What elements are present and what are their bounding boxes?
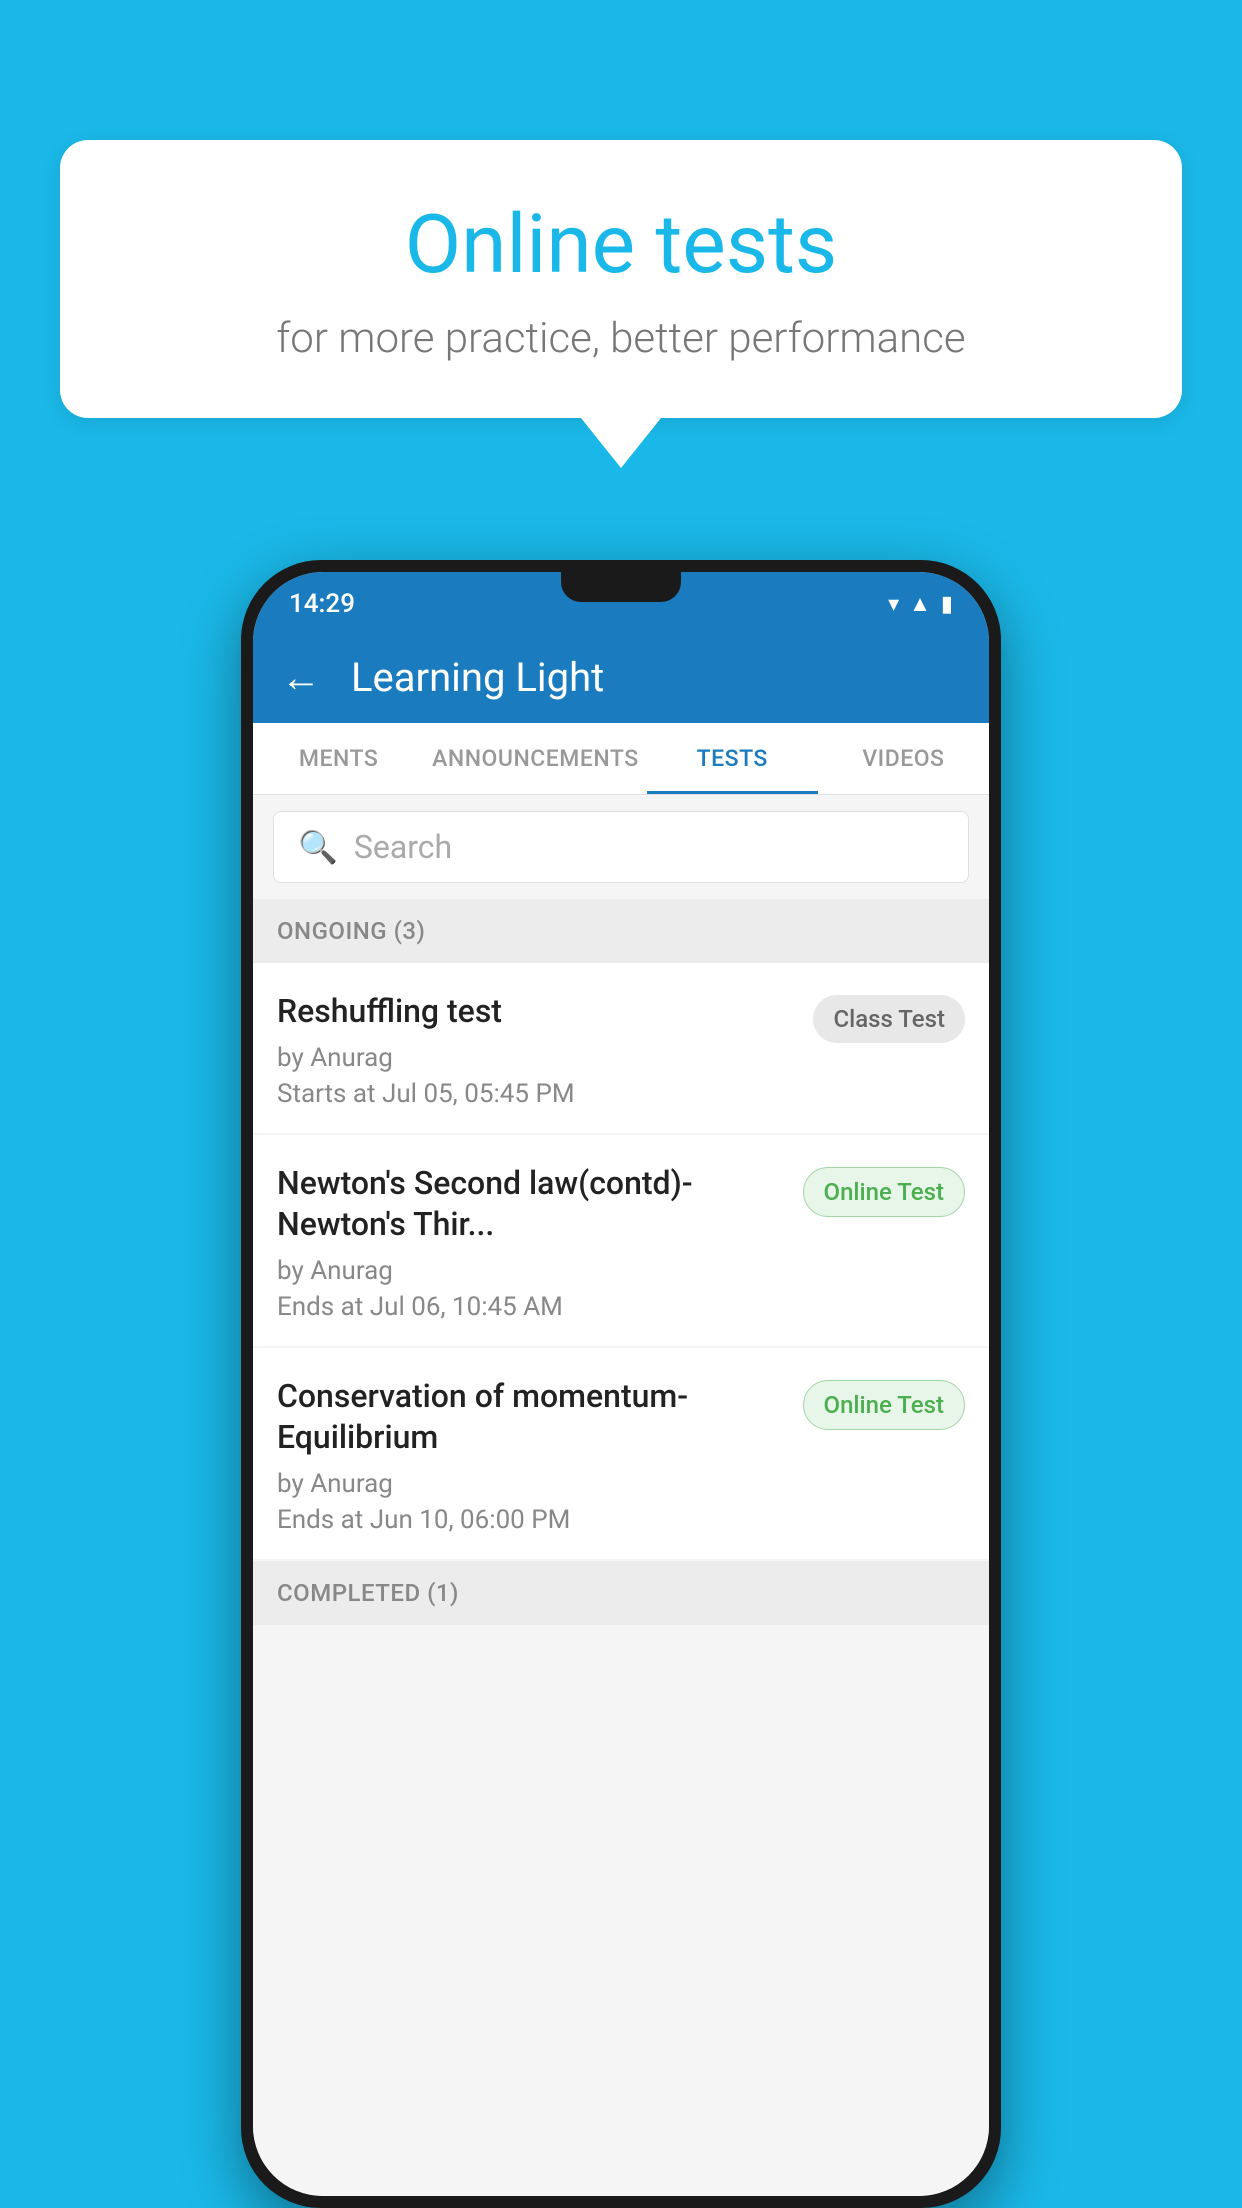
ongoing-section-title: ONGOING (3) [277, 917, 425, 945]
completed-section-header: COMPLETED (1) [253, 1561, 989, 1625]
test-badge-reshuffling: Class Test [813, 995, 965, 1043]
tabs-container: MENTS ANNOUNCEMENTS TESTS VIDEOS [253, 723, 989, 795]
test-name-reshuffling: Reshuffling test [277, 991, 797, 1033]
signal-icon: ▲ [909, 591, 931, 617]
phone-notch [561, 572, 681, 602]
battery-icon: ▮ [941, 592, 953, 617]
test-info-conservation: Conservation of momentum-Equilibrium by … [277, 1376, 787, 1535]
bubble-arrow [581, 418, 661, 468]
phone-screen: 14:29 ▾ ▲ ▮ ← Learning Light MENTS ANNOU… [253, 572, 989, 2196]
test-badge-newtons: Online Test [803, 1167, 965, 1217]
test-date-newtons: Ends at Jul 06, 10:45 AM [277, 1292, 787, 1322]
app-title: Learning Light [351, 654, 604, 701]
tab-announcements[interactable]: ANNOUNCEMENTS [424, 723, 646, 794]
tab-ments[interactable]: MENTS [253, 723, 424, 794]
speech-bubble-card: Online tests for more practice, better p… [60, 140, 1182, 418]
test-name-conservation: Conservation of momentum-Equilibrium [277, 1376, 787, 1459]
tab-videos[interactable]: VIDEOS [818, 723, 989, 794]
ongoing-section-header: ONGOING (3) [253, 899, 989, 963]
test-item-reshuffling[interactable]: Reshuffling test by Anurag Starts at Jul… [253, 963, 989, 1133]
test-info-reshuffling: Reshuffling test by Anurag Starts at Jul… [277, 991, 797, 1109]
test-by-reshuffling: by Anurag [277, 1043, 797, 1073]
speech-bubble-section: Online tests for more practice, better p… [60, 140, 1182, 468]
test-item-conservation[interactable]: Conservation of momentum-Equilibrium by … [253, 1348, 989, 1559]
test-by-newtons: by Anurag [277, 1256, 787, 1286]
phone-wrapper: 14:29 ▾ ▲ ▮ ← Learning Light MENTS ANNOU… [80, 560, 1162, 2208]
phone-frame: 14:29 ▾ ▲ ▮ ← Learning Light MENTS ANNOU… [241, 560, 1001, 2208]
test-badge-conservation: Online Test [803, 1380, 965, 1430]
search-bar[interactable]: 🔍 Search [273, 811, 969, 883]
app-header: ← Learning Light [253, 632, 989, 723]
test-info-newtons: Newton's Second law(contd)-Newton's Thir… [277, 1163, 787, 1322]
search-icon: 🔍 [298, 828, 338, 866]
back-button[interactable]: ← [281, 654, 321, 701]
completed-section-title: COMPLETED (1) [277, 1579, 459, 1607]
tab-tests[interactable]: TESTS [647, 723, 818, 794]
wifi-icon: ▾ [888, 592, 899, 617]
test-date-reshuffling: Starts at Jul 05, 05:45 PM [277, 1079, 797, 1109]
status-icons: ▾ ▲ ▮ [888, 591, 953, 617]
test-item-newtons[interactable]: Newton's Second law(contd)-Newton's Thir… [253, 1135, 989, 1346]
test-date-conservation: Ends at Jun 10, 06:00 PM [277, 1505, 787, 1535]
test-name-newtons: Newton's Second law(contd)-Newton's Thir… [277, 1163, 787, 1246]
search-container: 🔍 Search [253, 795, 989, 899]
status-time: 14:29 [289, 589, 355, 619]
search-placeholder: Search [354, 828, 452, 866]
test-by-conservation: by Anurag [277, 1469, 787, 1499]
bubble-title: Online tests [140, 200, 1102, 290]
content-area: ONGOING (3) Reshuffling test by Anurag S… [253, 899, 989, 2196]
bubble-subtitle: for more practice, better performance [140, 314, 1102, 363]
